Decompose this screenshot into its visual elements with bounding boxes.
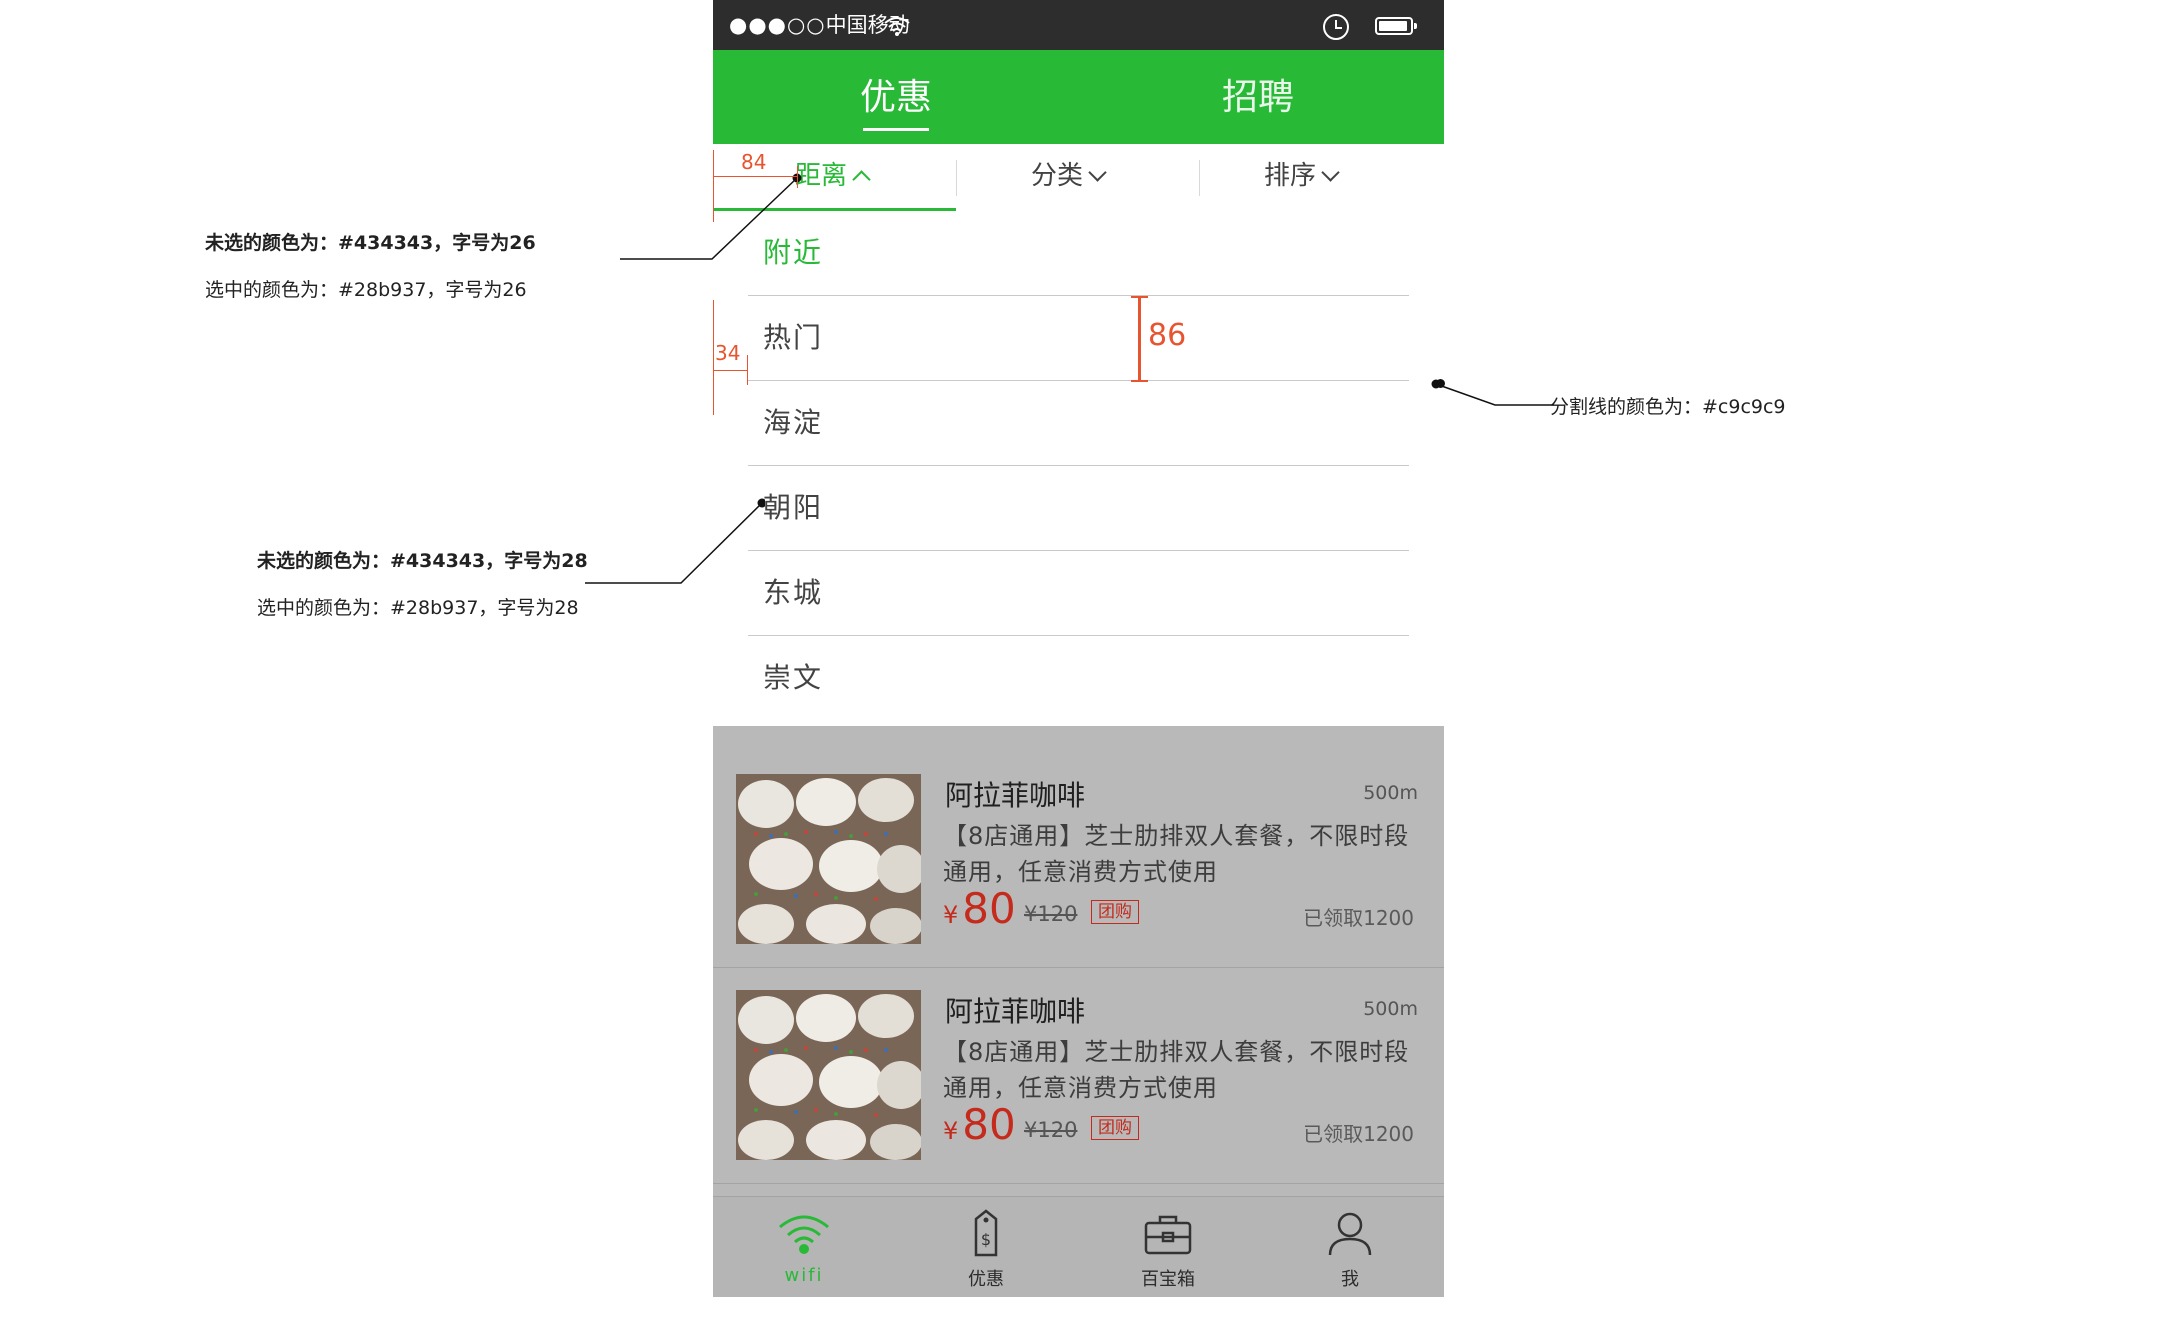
tabbar-toolbox-label: 百宝箱 — [1141, 1269, 1195, 1290]
dropdown-item-haidian[interactable]: 海淀 — [748, 381, 1409, 466]
filter-category-label: 分类 — [1031, 161, 1084, 191]
active-tab-underline — [863, 128, 929, 131]
deal-title: 阿拉菲咖啡 — [945, 995, 1086, 1028]
annotation-item-selected: 选中的颜色为：#28b937，字号为28 — [257, 597, 579, 619]
annotation-filter-unselected: 未选的颜色为：#434343，字号为26 — [205, 232, 536, 254]
deal-list: 阿拉菲咖啡 500m 【8店通用】芝士肋排双人套餐，不限时段通用，任意消费方式使… — [713, 726, 1444, 1196]
tabbar-me-label: 我 — [1341, 1269, 1359, 1290]
deal-price: ¥80 — [943, 1100, 1016, 1149]
dropdown-item-chaoyang[interactable]: 朝阳 — [748, 466, 1409, 551]
annotation-leader-divider — [1431, 379, 1554, 406]
tabbar-wifi[interactable]: wifi — [713, 1205, 895, 1286]
deal-distance: 500m — [1363, 998, 1418, 1020]
price-value: 80 — [962, 1100, 1016, 1149]
tabbar-me[interactable]: 我 — [1259, 1205, 1441, 1291]
dropdown-item-nearby[interactable]: 附近 — [748, 211, 1409, 296]
distance-dropdown: 附近 热门 海淀 朝阳 东城 崇文 — [713, 211, 1444, 726]
deal-thumbnail — [736, 990, 921, 1160]
dimension-guide — [713, 300, 714, 415]
dimension-tick — [1131, 296, 1148, 298]
chevron-down-icon — [1088, 163, 1107, 182]
chevron-down-icon — [1321, 163, 1340, 182]
dimension-34-line — [713, 370, 748, 371]
dimension-tick — [1131, 380, 1148, 382]
tabbar-discount-label: 优惠 — [968, 1269, 1004, 1290]
deal-description: 【8店通用】芝士肋排双人套餐，不限时段通用，任意消费方式使用 — [943, 822, 1410, 886]
cupcake-image — [736, 990, 921, 1160]
currency-symbol: ¥ — [943, 1117, 959, 1145]
deal-original-price: ¥120 — [1024, 1118, 1078, 1142]
cupcake-image — [736, 774, 921, 944]
tabbar-wifi-label: wifi — [784, 1265, 824, 1286]
annotation-leader-item — [585, 498, 765, 584]
dimension-34-label: 34 — [715, 341, 741, 365]
dimension-84-line — [713, 176, 797, 177]
chevron-up-icon — [852, 170, 871, 189]
annotation-dot — [1436, 379, 1445, 388]
group-buy-badge: 团购 — [1091, 1116, 1139, 1140]
wifi-signal-icon — [884, 17, 910, 36]
annotation-filter-selected: 选中的颜色为：#28b937，字号为26 — [205, 279, 527, 301]
price-tag-icon: $ — [974, 1209, 998, 1257]
svg-text:$: $ — [981, 1230, 991, 1249]
filter-bar: 距离 分类 排序 — [713, 144, 1444, 212]
deal-original-price: ¥120 — [1024, 902, 1078, 926]
dimension-86-line — [1138, 297, 1141, 382]
phone-screen: ●●●○○中国移动 优惠 招聘 距离 分类 排序 附近 热门 海淀 朝阳 东城 — [713, 0, 1444, 1297]
signal-dots: ●●●○○ — [729, 13, 826, 37]
dimension-86-label: 86 — [1148, 318, 1187, 353]
toolbox-icon — [1144, 1215, 1192, 1255]
clock-icon — [1323, 14, 1349, 40]
deal-claimed-count: 已领取1200 — [1303, 906, 1414, 930]
dropdown-item-popular[interactable]: 热门 — [748, 296, 1409, 381]
dropdown-item-label: 海淀 — [763, 406, 824, 439]
battery-icon — [1375, 17, 1417, 35]
dropdown-item-label: 朝阳 — [763, 491, 824, 524]
dropdown-item-label: 热门 — [763, 321, 824, 354]
top-tab-bar: 优惠 招聘 — [713, 50, 1444, 144]
deal-description: 【8店通用】芝士肋排双人套餐，不限时段通用，任意消费方式使用 — [943, 1038, 1410, 1102]
deal-price: ¥80 — [943, 884, 1016, 933]
annotation-leader-filter — [620, 173, 802, 260]
annotation-item-unselected: 未选的颜色为：#434343，字号为28 — [257, 550, 588, 572]
dimension-tick — [747, 355, 748, 385]
price-value: 80 — [962, 884, 1016, 933]
filter-sort[interactable]: 排序 — [1200, 144, 1444, 211]
deal-distance: 500m — [1363, 782, 1418, 804]
dimension-guide — [713, 150, 714, 222]
user-icon — [1328, 1212, 1372, 1256]
bottom-tab-bar: wifi $ 优惠 百宝箱 我 — [713, 1196, 1444, 1297]
deal-title: 阿拉菲咖啡 — [945, 779, 1086, 812]
deal-claimed-count: 已领取1200 — [1303, 1122, 1414, 1146]
annotation-divider-color: 分割线的颜色为：#c9c9c9 — [1550, 396, 1786, 418]
dropdown-item-dongcheng[interactable]: 东城 — [748, 551, 1409, 636]
dimension-84-label: 84 — [741, 150, 767, 174]
tabbar-discount[interactable]: $ 优惠 — [895, 1205, 1077, 1291]
group-buy-badge: 团购 — [1091, 900, 1139, 924]
deal-card[interactable]: 阿拉菲咖啡 500m 【8店通用】芝士肋排双人套餐，不限时段通用，任意消费方式使… — [713, 752, 1444, 968]
status-bar: ●●●○○中国移动 — [713, 0, 1444, 50]
dropdown-item-chongwen[interactable]: 崇文 — [748, 636, 1409, 720]
tab-discount[interactable]: 优惠 — [796, 74, 996, 122]
dropdown-item-label: 东城 — [763, 576, 824, 609]
wifi-icon — [779, 1215, 829, 1254]
currency-symbol: ¥ — [943, 901, 959, 929]
tabbar-toolbox[interactable]: 百宝箱 — [1077, 1205, 1259, 1291]
dimension-tick — [797, 166, 798, 188]
tab-jobs[interactable]: 招聘 — [1158, 74, 1358, 122]
filter-sort-label: 排序 — [1264, 161, 1317, 191]
deal-card[interactable]: 阿拉菲咖啡 500m 【8店通用】芝士肋排双人套餐，不限时段通用，任意消费方式使… — [713, 968, 1444, 1184]
deal-thumbnail — [736, 774, 921, 944]
dropdown-item-label: 崇文 — [763, 661, 824, 694]
filter-category[interactable]: 分类 — [956, 144, 1200, 211]
